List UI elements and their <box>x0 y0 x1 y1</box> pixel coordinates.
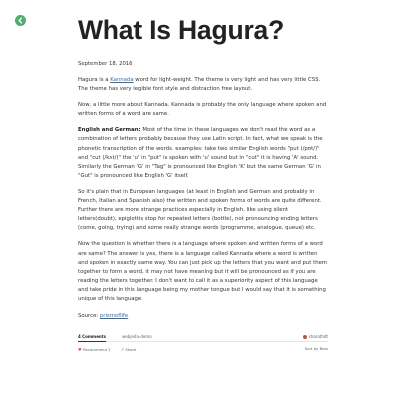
english-german-text: Most of the time in these languages we d… <box>78 127 323 179</box>
kannada-link[interactable]: Kannada <box>110 77 133 83</box>
chevron-left-icon <box>18 17 23 24</box>
intro-text-start: Hagura is a <box>78 77 111 83</box>
heart-icon: ♥ <box>78 346 82 352</box>
recommend-button[interactable]: ♥ Recommend 2 <box>78 347 111 352</box>
european-languages-paragraph: So it's plain that in European languages… <box>78 188 322 232</box>
comments-section: 4 Comments webjeda-demo sharathdt ♥ Reco… <box>78 333 328 352</box>
source-label: Source: <box>78 313 100 320</box>
intro-paragraph: Hagura is a Kannada word for light-weigh… <box>78 76 328 94</box>
share-icon: ↗ <box>120 346 124 352</box>
recommend-count: 2 <box>108 346 111 352</box>
share-label: Share <box>125 346 137 352</box>
avatar <box>302 335 307 340</box>
login-button[interactable]: sharathdt <box>302 333 328 341</box>
recommend-label: Recommend <box>83 346 107 352</box>
source-link[interactable]: prismoflife <box>100 313 128 319</box>
share-button[interactable]: ↗ Share <box>121 347 137 352</box>
comments-toolbar: ♥ Recommend 2 ↗ Share Sort by Best <box>78 346 328 352</box>
login-label: sharathdt <box>308 334 328 340</box>
kannada-paragraph: Now, a little more about Kannada. Kannad… <box>78 102 327 118</box>
blog-post: What Is Hagura? September 18, 2016 Hagur… <box>78 0 328 352</box>
page-title: What Is Hagura? <box>78 15 285 45</box>
sort-dropdown[interactable]: Sort by Best <box>305 346 328 351</box>
post-date: September 18, 2016 <box>78 61 133 67</box>
source-line: Source: prismoflife <box>78 312 328 321</box>
back-button[interactable] <box>15 15 26 26</box>
tab-site[interactable]: webjeda-demo <box>122 333 152 342</box>
comments-tabs: 4 Comments webjeda-demo sharathdt <box>78 333 328 343</box>
kannada-answer-paragraph: Now the question is whether there is a l… <box>78 241 328 302</box>
english-german-paragraph: English and German: Most of the time in … <box>78 126 328 181</box>
english-german-heading: English and German: <box>78 127 141 134</box>
tab-comments[interactable]: 4 Comments <box>78 333 107 342</box>
